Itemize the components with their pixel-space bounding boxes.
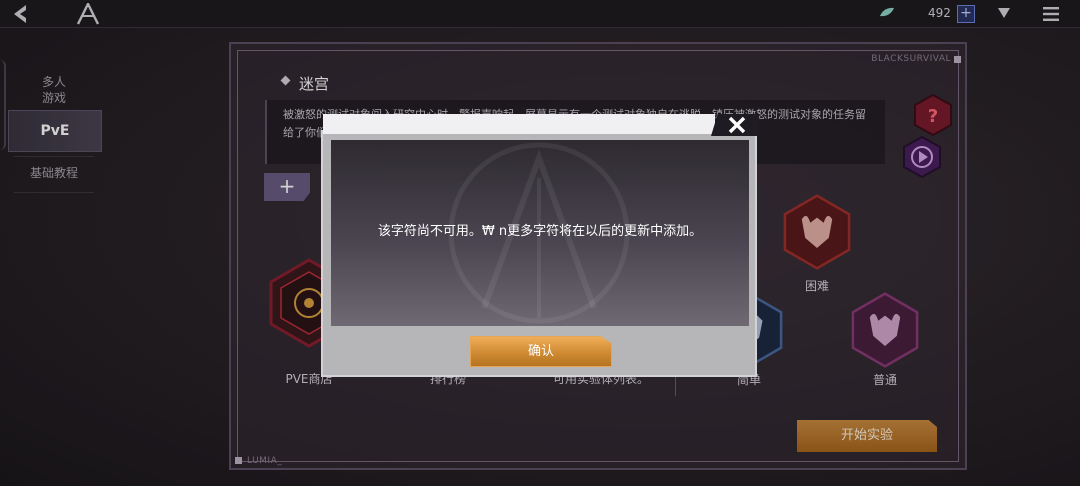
dialog-body: 该字符尚不可用。₩ n更多字符将在以后的更新中添加。 [331,140,749,326]
dialog-message: 该字符尚不可用。₩ n更多字符将在以后的更新中添加。 [377,224,703,239]
alert-dialog: 该字符尚不可用。₩ n更多字符将在以后的更新中添加。 确认 [321,114,759,377]
dialog-header [323,114,715,134]
confirm-button[interactable]: 确认 [470,336,612,367]
close-button[interactable] [711,114,759,136]
close-icon[interactable] [725,113,749,137]
